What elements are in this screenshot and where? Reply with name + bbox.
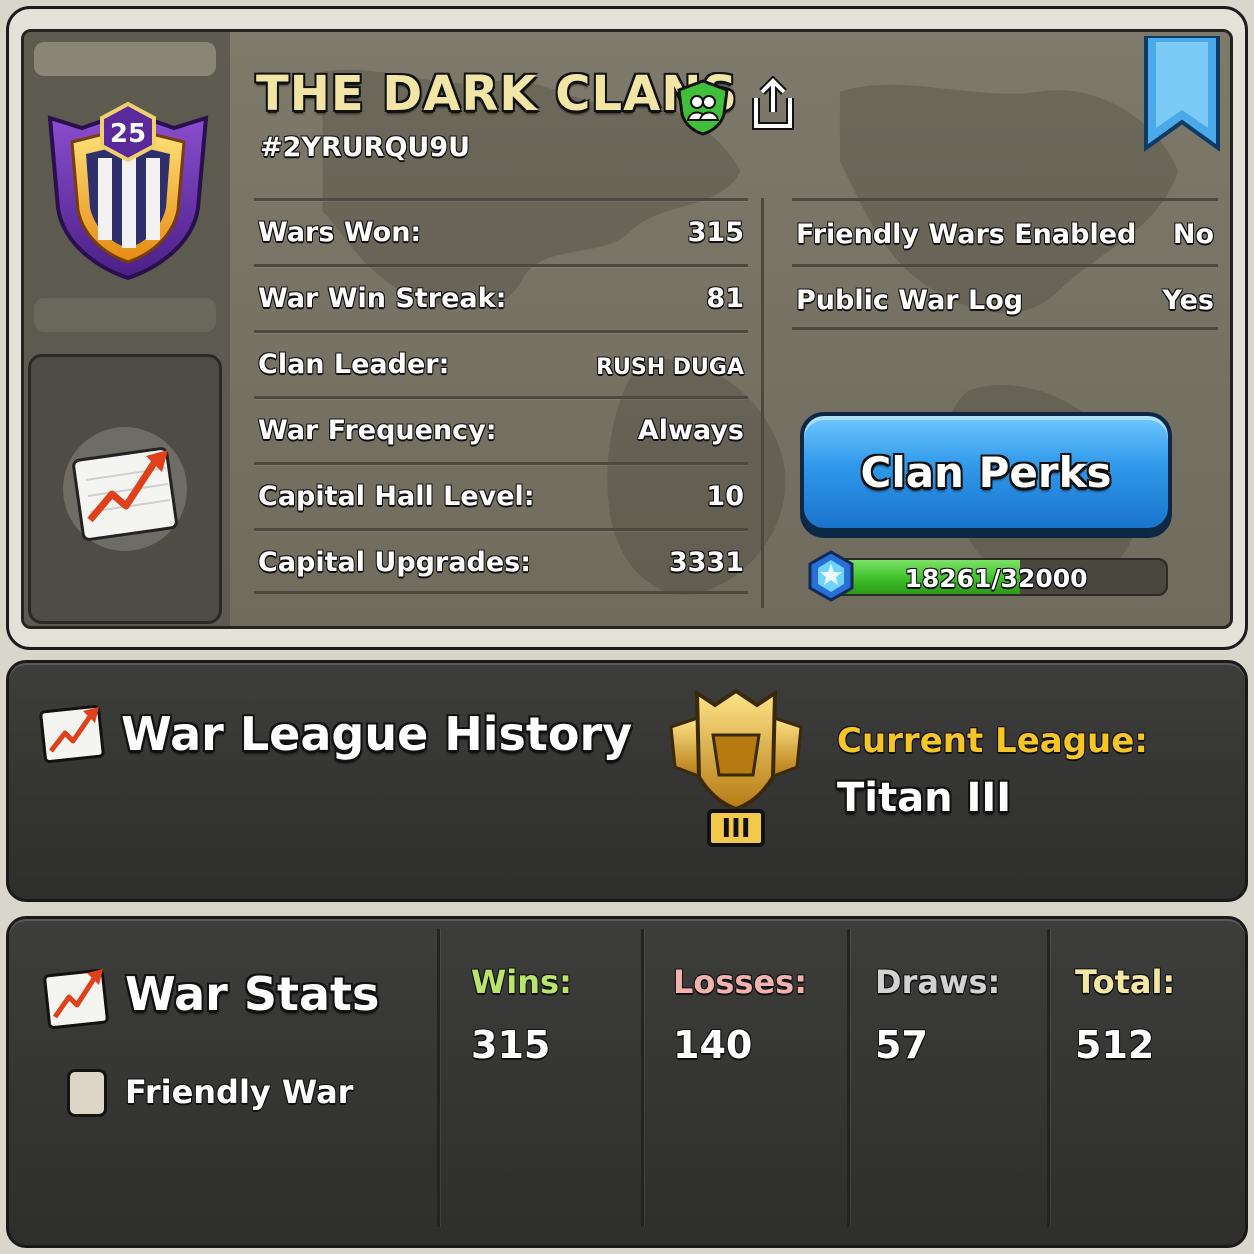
info-value: 3331	[668, 547, 744, 578]
info-value: 81	[706, 283, 744, 314]
clan-perks-button[interactable]: Clan Perks	[800, 412, 1172, 532]
clan-members-shield-icon[interactable]	[676, 78, 730, 136]
info-label: War Frequency:	[258, 415, 497, 446]
current-league-value: Titan III	[837, 775, 1012, 821]
clan-info-panel: 25 THE DARK CLANS #2YRURQU9U Wars Won: 3…	[6, 6, 1248, 650]
stat-losses: Losses: 140	[673, 963, 807, 1067]
clan-tag: #2YRURQU9U	[260, 132, 471, 163]
bookmark-ribbon-icon[interactable]	[1140, 36, 1224, 156]
titan-league-trophy-icon: III	[669, 688, 803, 847]
column-divider	[437, 929, 440, 1227]
stat-value: 512	[1075, 1023, 1155, 1067]
info-row: War Win Streak: 81	[254, 264, 748, 330]
info-value: No	[1172, 219, 1214, 250]
clan-badge-icon: 25	[47, 101, 209, 281]
left-column: 25	[24, 32, 230, 626]
column-divider	[641, 929, 644, 1227]
war-league-history-title: War League History	[121, 707, 633, 761]
info-row: Wars Won: 315	[254, 198, 748, 264]
war-league-panel[interactable]: War League History III Current League: T…	[6, 660, 1248, 902]
info-label: War Win Streak:	[258, 283, 507, 314]
info-label: Friendly Wars Enabled	[796, 219, 1137, 250]
info-row: Public War Log Yes	[792, 264, 1218, 330]
clan-level-text: 25	[110, 119, 146, 149]
current-league-label: Current League:	[837, 721, 1148, 761]
column-divider	[761, 198, 764, 608]
column-divider	[1047, 929, 1050, 1227]
stat-label: Wins:	[471, 963, 572, 1001]
info-value: Always	[637, 415, 744, 446]
info-label: Public War Log	[796, 285, 1024, 316]
info-row: Friendly Wars Enabled No	[792, 198, 1218, 264]
share-icon[interactable]	[748, 76, 798, 132]
stat-label: Losses:	[673, 963, 808, 1001]
info-value: 315	[687, 217, 744, 248]
info-value: Yes	[1162, 285, 1214, 316]
info-row: Clan Leader: RUSH DUGA	[254, 330, 748, 396]
stats-chart-icon	[39, 705, 105, 763]
stats-chart-icon	[63, 427, 187, 551]
stat-value: 140	[673, 1023, 753, 1067]
stat-value: 315	[471, 1023, 551, 1067]
info-value: 10	[706, 481, 744, 512]
info-label: Clan Leader:	[258, 349, 450, 380]
info-row: Capital Hall Level: 10	[254, 462, 748, 528]
league-tier-numeral: III	[721, 814, 750, 844]
clan-info-table-right: Friendly Wars Enabled No Public War Log …	[792, 198, 1218, 330]
info-label: Capital Upgrades:	[258, 547, 532, 578]
clan-stats-button[interactable]	[28, 354, 222, 624]
friendly-war-label[interactable]: Friendly War	[125, 1073, 353, 1111]
badge-base-placeholder	[34, 298, 216, 332]
stat-total: Total: 512	[1075, 963, 1175, 1067]
clan-info-table-left: Wars Won: 315 War Win Streak: 81 Clan Le…	[254, 198, 748, 594]
war-stats-title: War Stats	[125, 967, 380, 1021]
top-bar-placeholder	[34, 42, 216, 76]
info-row: Capital Upgrades: 3331	[254, 528, 748, 594]
stat-label: Draws:	[875, 963, 1001, 1001]
clan-name: THE DARK CLANS	[256, 66, 738, 122]
progress-text: 18261/32000	[904, 564, 1088, 593]
war-stats-panel: War Stats Friendly War Wins: 315 Losses:…	[6, 916, 1248, 1248]
clan-info-inner: 25 THE DARK CLANS #2YRURQU9U Wars Won: 3…	[21, 29, 1233, 629]
friendly-war-checkbox[interactable]	[67, 1069, 107, 1117]
stat-draws: Draws: 57	[875, 963, 1000, 1067]
capital-gem-icon	[808, 550, 854, 602]
info-label: Wars Won:	[258, 217, 422, 248]
stats-chart-icon	[43, 969, 109, 1029]
info-label: Capital Hall Level:	[258, 481, 535, 512]
column-divider	[847, 929, 850, 1227]
stat-label: Total:	[1075, 963, 1176, 1001]
clan-leader-link[interactable]: RUSH DUGA	[596, 355, 744, 380]
info-row: War Frequency: Always	[254, 396, 748, 462]
stat-value: 57	[875, 1023, 928, 1067]
stat-wins: Wins: 315	[471, 963, 572, 1067]
clan-xp-progress-bar: 18261/32000	[824, 558, 1168, 596]
